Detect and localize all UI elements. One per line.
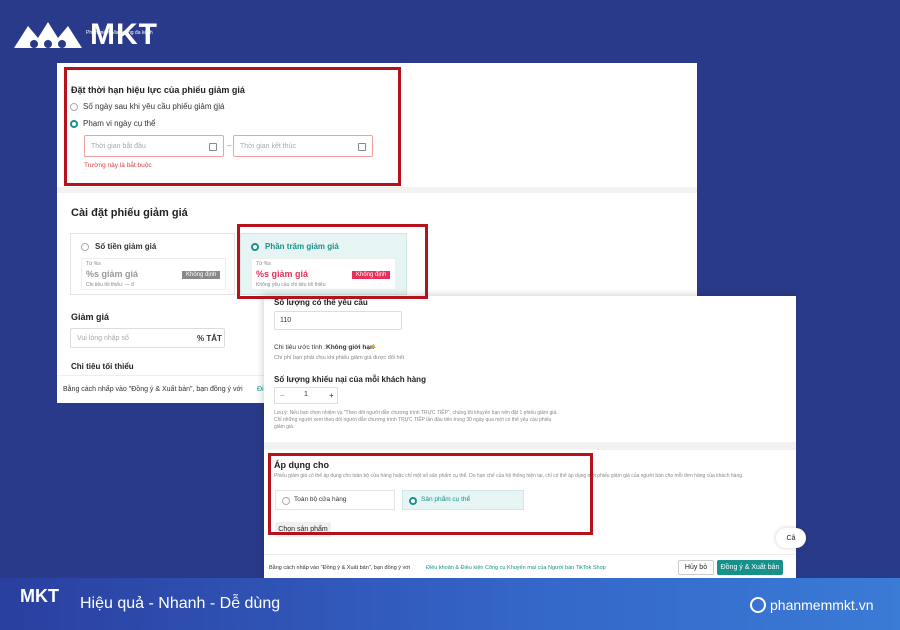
footer-logo: MKT — [20, 586, 59, 606]
footer-website[interactable]: phanmemmkt.vn — [770, 597, 873, 613]
cancel-button[interactable]: Hủy bỏ — [678, 560, 714, 575]
globe-icon — [750, 597, 766, 613]
discount-input[interactable]: Vui lòng nhập số % TẮT — [70, 328, 225, 348]
per-customer-stepper[interactable]: − 1 + — [274, 387, 338, 404]
brand-tagline: Phần mềm Marketing đa kênh — [86, 30, 153, 36]
qty-label: Số lượng có thể yêu cầu — [274, 298, 368, 307]
highlight-apply — [268, 453, 593, 535]
plus-button[interactable]: + — [329, 391, 334, 400]
publish-button[interactable]: Đồng ý & Xuất bản — [717, 560, 783, 575]
amount-discount-card[interactable]: Số tiền giảm giá Từ %s %s giảm giá Không… — [70, 233, 235, 295]
min-spend-label: Chi tiêu tối thiểu — [71, 362, 134, 371]
panel2-footer: Bằng cách nhấp vào "Đồng ý & Xuất bản", … — [264, 554, 796, 580]
chat-button[interactable]: Câ — [776, 528, 806, 548]
warning-icon: ▲ — [370, 343, 377, 350]
footer-banner: MKT Hiệu quả - Nhanh - Dễ dùng phanmemmk… — [0, 578, 900, 630]
voucher-settings-panel-2: Số lượng có thể yêu cầu 110 Chi tiêu ước… — [264, 296, 806, 580]
highlight-validity — [64, 67, 401, 186]
mkt-logo-icon — [14, 22, 82, 48]
terms-link-full[interactable]: Điều khoản & Điều kiện Công cụ Khuyến mạ… — [426, 565, 606, 571]
settings-title: Cài đặt phiếu giảm giá — [71, 207, 188, 219]
footer-slogan: Hiệu quả - Nhanh - Dễ dùng — [80, 595, 281, 612]
minus-button[interactable]: − — [280, 391, 285, 400]
discount-label: Giảm giá — [71, 312, 110, 322]
highlight-percent — [237, 224, 428, 299]
section-divider — [57, 187, 697, 193]
per-customer-label: Số lượng khiếu nại của mỗi khách hàng — [274, 375, 426, 384]
qty-input[interactable]: 110 — [274, 311, 402, 330]
